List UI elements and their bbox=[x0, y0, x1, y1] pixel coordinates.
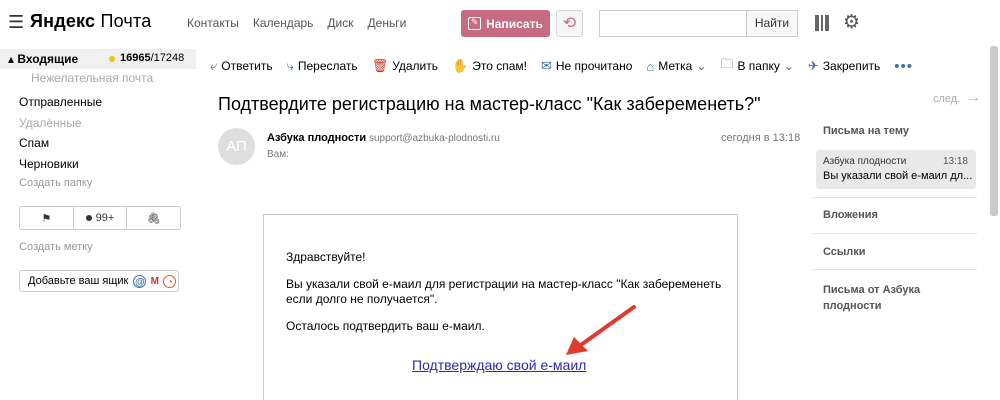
hand-icon: ✋ bbox=[452, 58, 469, 73]
search-button[interactable]: Найти bbox=[746, 10, 798, 37]
layout-toggle-icon[interactable] bbox=[815, 15, 829, 31]
reply-icon: ⤶ bbox=[210, 58, 218, 73]
logo-brand: Яндекс bbox=[30, 11, 96, 31]
pen-icon: ✎ bbox=[468, 17, 482, 30]
arrow-right-icon[interactable]: → bbox=[965, 89, 981, 107]
tag-icon: ⌂ bbox=[646, 58, 655, 74]
thread-card-time: 13:18 bbox=[942, 156, 968, 167]
forward-icon: ⤷ bbox=[286, 58, 294, 73]
thread-card-snippet: Вы указали свой е-маил дл... bbox=[823, 170, 973, 182]
email-greeting: Здравствуйте! bbox=[286, 250, 366, 264]
message-subject: Подтвердите регистрацию на мастер-класс … bbox=[218, 94, 761, 114]
links-section[interactable]: Ссылки bbox=[823, 246, 866, 258]
attachment-filter-button[interactable]: 🖇 bbox=[127, 207, 180, 229]
sender-name[interactable]: Азбука плодности bbox=[267, 132, 366, 144]
envelope-icon: ✉ bbox=[540, 58, 552, 73]
avatar[interactable]: АП bbox=[218, 128, 255, 165]
top-header: ☰ Яндекс Почта Контакты Календарь Диск Д… bbox=[0, 0, 1000, 46]
annotation-arrow bbox=[566, 305, 636, 355]
attachments-section[interactable]: Вложения bbox=[823, 209, 878, 221]
quick-filters: ⚑ 99+ 🖇 bbox=[19, 206, 181, 230]
unread-filter-button[interactable]: 99+ bbox=[74, 207, 128, 229]
next-message-link[interactable]: след. bbox=[933, 93, 960, 105]
mark-unread-button[interactable]: ✉ Не прочитано bbox=[541, 58, 632, 74]
compose-label: Написать bbox=[486, 16, 543, 31]
add-mailbox-label: Добавьте ваш ящик bbox=[28, 275, 129, 287]
sidebar-item-drafts[interactable]: Черновики bbox=[19, 157, 79, 171]
recipient-label: Вам: bbox=[267, 149, 289, 160]
arrow-head bbox=[566, 337, 588, 355]
logo[interactable]: Яндекс Почта bbox=[30, 11, 151, 32]
nav-money[interactable]: Деньги bbox=[368, 16, 407, 30]
compose-button[interactable]: ✎ Написать bbox=[461, 10, 550, 37]
at-icon: @ bbox=[133, 274, 147, 288]
thread-card-sender: Азбука плодности bbox=[823, 156, 907, 167]
gear-icon[interactable]: ⚙ bbox=[843, 11, 860, 34]
create-folder-link[interactable]: Создать папку bbox=[19, 177, 92, 189]
folder-icon: 🗀 bbox=[720, 56, 734, 71]
refresh-button[interactable]: ⟲ bbox=[556, 10, 583, 37]
nav-contacts[interactable]: Контакты bbox=[187, 16, 239, 30]
thread-message-card[interactable]: Азбука плодности 13:18 Вы указали свой е… bbox=[816, 150, 976, 189]
sidebar: ▴ Входящие 16965/17248 Нежелательная поч… bbox=[0, 46, 200, 400]
dot-icon bbox=[85, 215, 92, 221]
sidebar-item-spam[interactable]: Спам bbox=[19, 136, 49, 150]
reply-button[interactable]: ⤶ Ответить bbox=[210, 58, 273, 74]
thread-section-title[interactable]: Письма на тему bbox=[823, 125, 909, 137]
scrollbar[interactable] bbox=[990, 46, 998, 216]
paperclip-icon: 🖇 bbox=[146, 212, 161, 225]
divider bbox=[812, 269, 977, 270]
sidebar-item-junk[interactable]: Нежелательная почта bbox=[31, 71, 153, 85]
sidebar-item-deleted[interactable]: Удалённые bbox=[19, 116, 82, 130]
menu-icon[interactable]: ☰ bbox=[8, 12, 24, 32]
flag-filter-button[interactable]: ⚑ bbox=[20, 207, 74, 229]
forward-button[interactable]: ⤷ Переслать bbox=[287, 58, 358, 74]
chevron-down-icon: ⌄ bbox=[696, 59, 707, 73]
flag-icon: ⚑ bbox=[41, 212, 52, 225]
sidebar-item-sent[interactable]: Отправленные bbox=[19, 95, 102, 109]
unread-dot-icon bbox=[109, 56, 115, 62]
sender-letters-section[interactable]: Письма от Азбука плодности bbox=[823, 282, 963, 314]
divider bbox=[812, 197, 977, 198]
add-mailbox-button[interactable]: Добавьте ваш ящик @ M ◔ bbox=[19, 270, 179, 292]
mailru-icon: ◔ bbox=[163, 274, 177, 288]
badge-count: 99+ bbox=[95, 212, 115, 224]
email-body-text: Вы указали свой е-маил для регистрации н… bbox=[286, 277, 722, 306]
logo-product: Почта bbox=[100, 11, 152, 31]
arrow-shaft bbox=[576, 305, 636, 349]
nav-calendar[interactable]: Календарь bbox=[253, 16, 314, 30]
pin-icon: ✈ bbox=[807, 58, 819, 73]
email-confirm-prompt: Осталось подтвердить ваш е-маил. bbox=[286, 319, 485, 333]
trash-icon: 🗑 bbox=[371, 58, 389, 73]
move-to-folder-button[interactable]: 🗀 В папку ⌄ bbox=[720, 55, 793, 77]
search-input[interactable] bbox=[599, 10, 746, 37]
refresh-icon: ⟲ bbox=[562, 15, 577, 32]
delete-button[interactable]: 🗑 Удалить bbox=[372, 58, 438, 74]
nav-disk[interactable]: Диск bbox=[327, 16, 353, 30]
sidebar-item-inbox[interactable]: ▴ Входящие 16965/17248 bbox=[0, 49, 196, 69]
create-label-link[interactable]: Создать метку bbox=[19, 241, 93, 253]
spam-button[interactable]: ✋ Это спам! bbox=[452, 58, 527, 74]
divider bbox=[812, 233, 977, 234]
sender-email[interactable]: support@azbuka-plodnosti.ru bbox=[369, 133, 500, 144]
more-icon[interactable]: ••• bbox=[894, 58, 913, 75]
top-nav: Контакты Календарь Диск Деньги bbox=[187, 16, 406, 30]
message-time: сегодня в 13:18 bbox=[721, 132, 801, 144]
chevron-down-icon: ⌄ bbox=[783, 59, 794, 73]
label-button[interactable]: ⌂ Метка ⌄ bbox=[646, 59, 706, 74]
inbox-label: ▴ Входящие bbox=[8, 52, 79, 66]
pin-button[interactable]: ✈ Закрепить bbox=[808, 58, 880, 74]
gmail-icon: M bbox=[150, 275, 160, 287]
inbox-count: 16965/17248 bbox=[120, 52, 185, 64]
message-toolbar: ⤶ Ответить ⤷ Переслать 🗑 Удалить ✋ Это спам!… bbox=[210, 54, 990, 78]
